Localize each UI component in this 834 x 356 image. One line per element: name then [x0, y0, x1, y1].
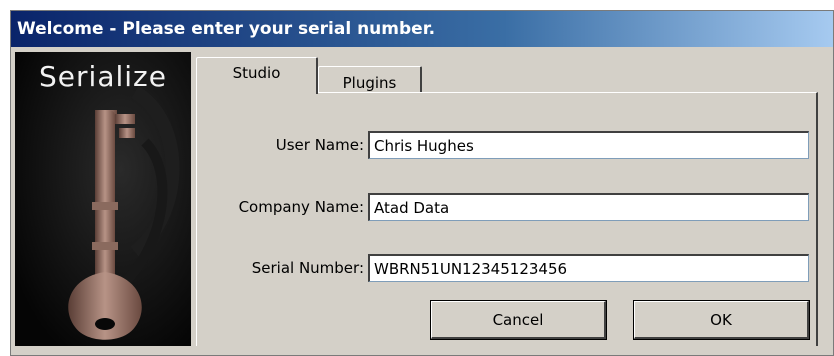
serial-number-field[interactable]	[368, 254, 809, 282]
tab-studio[interactable]: Studio	[196, 57, 318, 94]
user-name-label: User Name:	[275, 136, 364, 154]
key-icon	[15, 52, 191, 346]
tab-studio-label: Studio	[232, 64, 281, 82]
company-name-label: Company Name:	[238, 198, 364, 216]
tab-plugins-label: Plugins	[342, 74, 397, 92]
window-title: Welcome - Please enter your serial numbe…	[11, 11, 833, 47]
company-name-field[interactable]	[368, 193, 809, 221]
splash-image: Serialize	[15, 52, 191, 346]
splash-title: Serialize	[39, 60, 167, 93]
user-name-field[interactable]	[368, 131, 809, 159]
serial-number-label: Serial Number:	[251, 259, 364, 277]
tab-plugins[interactable]: Plugins	[318, 66, 422, 94]
cancel-button[interactable]: Cancel	[430, 300, 607, 340]
ok-button[interactable]: OK	[633, 300, 810, 340]
